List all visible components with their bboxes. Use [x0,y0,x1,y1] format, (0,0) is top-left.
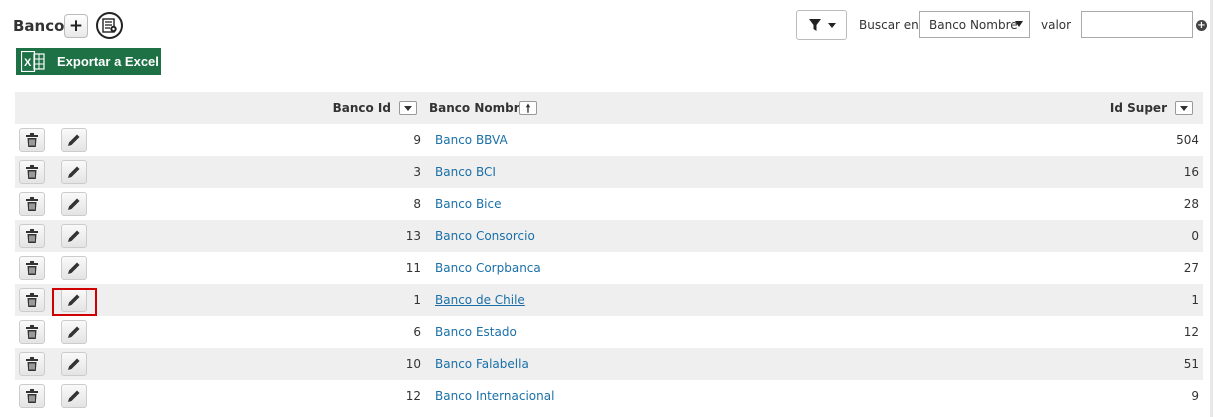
delete-button[interactable] [19,224,45,248]
filter-icon [808,19,821,31]
cell-banco-id: 9 [413,133,421,147]
search-field-value: Banco Nombre [929,17,1018,32]
edit-button-highlight [52,288,97,316]
cell-id-super: 51 [1183,357,1199,371]
column-header-banco-nombre[interactable]: Banco Nombre [429,101,528,115]
trash-icon [26,389,38,403]
cell-id-super: 1 [1191,293,1199,307]
cell-banco-id: 11 [405,261,421,275]
edit-button[interactable] [61,160,87,184]
value-label: valor [1041,18,1072,32]
cell-banco-id: 1 [413,293,421,307]
trash-icon [26,325,38,339]
table-row: 3 Banco BCI 16 [15,156,1203,188]
pencil-icon [68,166,80,178]
table-row: 8 Banco Bice 28 [15,188,1203,220]
trash-icon [26,229,38,243]
bank-table: Banco Id Banco Nombre 🠕 Id Super 9 Banco … [15,92,1203,412]
cell-banco-nombre-link[interactable]: Banco Corpbanca [435,261,541,275]
chevron-down-icon [1015,21,1023,27]
trash-icon [26,197,38,211]
filter-button[interactable] [796,10,847,40]
delete-button[interactable] [19,352,45,376]
pencil-icon [68,198,80,210]
pencil-icon [68,326,80,338]
cell-banco-nombre-link[interactable]: Banco Bice [435,197,502,211]
column-menu-banco-id[interactable] [399,101,417,115]
delete-button[interactable] [19,256,45,280]
cell-banco-id: 12 [405,389,421,403]
sort-ascending-icon[interactable]: 🠕 [519,101,537,115]
svg-text:X: X [24,57,32,69]
plus-icon: + [68,15,84,36]
trash-icon [26,165,38,179]
cell-id-super: 28 [1183,197,1199,211]
edit-button[interactable] [61,192,87,216]
cell-id-super: 16 [1183,165,1199,179]
edit-button[interactable] [61,256,87,280]
pencil-icon [68,134,80,146]
edit-button[interactable] [61,384,87,408]
cell-banco-nombre-link[interactable]: Banco Estado [435,325,517,339]
edit-button[interactable] [61,128,87,152]
pencil-icon [68,358,80,370]
cell-id-super: 9 [1191,389,1199,403]
delete-button[interactable] [19,384,45,408]
cell-banco-nombre-link[interactable]: Banco BCI [435,165,496,179]
cell-banco-nombre-link[interactable]: Banco Internacional [435,389,554,403]
cell-banco-id: 8 [413,197,421,211]
cell-banco-nombre-link[interactable]: Banco Consorcio [435,229,535,243]
excel-icon: X [21,51,47,72]
table-row: 13 Banco Consorcio 0 [15,220,1203,252]
cell-id-super: 27 [1183,261,1199,275]
cell-banco-nombre-link[interactable]: Banco Falabella [435,357,529,371]
add-button[interactable]: + [64,14,88,38]
delete-button[interactable] [19,288,45,312]
settings-list-icon [102,18,117,33]
chevron-down-icon [827,22,836,28]
delete-button[interactable] [19,320,45,344]
cell-banco-nombre-link[interactable]: Banco de Chile [435,293,525,307]
edit-button[interactable] [61,320,87,344]
table-row: 10 Banco Falabella 51 [15,348,1203,380]
cell-banco-id: 10 [405,357,421,371]
trash-icon [26,357,38,371]
table-header: Banco Id Banco Nombre 🠕 Id Super [15,92,1203,124]
pencil-icon [68,262,80,274]
trash-icon [26,133,38,147]
table-row: 6 Banco Estado 12 [15,316,1203,348]
column-menu-id-super[interactable] [1175,101,1193,115]
delete-button[interactable] [19,128,45,152]
trash-icon [26,293,38,307]
search-in-label: Buscar en [859,18,919,32]
cell-banco-id: 13 [405,229,421,243]
table-row: 1 Banco de Chile 1 [15,284,1203,316]
delete-button[interactable] [19,160,45,184]
cell-banco-id: 3 [413,165,421,179]
delete-button[interactable] [19,192,45,216]
cell-id-super: 504 [1176,133,1199,147]
cell-id-super: 0 [1191,229,1199,243]
cell-banco-id: 6 [413,325,421,339]
search-field-select[interactable]: Banco Nombre [919,11,1030,38]
table-row: 9 Banco BBVA 504 [15,124,1203,156]
cell-banco-nombre-link[interactable]: Banco BBVA [435,133,508,147]
search-value-input[interactable] [1081,11,1193,38]
export-excel-label: Exportar a Excel [57,54,159,69]
column-header-banco-id[interactable]: Banco Id [333,101,391,115]
pencil-icon [68,230,80,242]
page-title: Banco [13,17,65,35]
edit-button[interactable] [61,352,87,376]
trash-icon [26,261,38,275]
table-row: 11 Banco Corpbanca 27 [15,252,1203,284]
export-excel-button[interactable]: X Exportar a Excel [16,48,161,75]
configure-columns-button[interactable] [96,12,123,39]
cell-id-super: 12 [1183,325,1199,339]
table-row: 12 Banco Internacional 9 [15,380,1203,412]
edit-button[interactable] [61,224,87,248]
plus-circle-icon[interactable]: + [1196,20,1207,31]
pencil-icon [68,390,80,402]
column-header-id-super[interactable]: Id Super [1110,101,1167,115]
